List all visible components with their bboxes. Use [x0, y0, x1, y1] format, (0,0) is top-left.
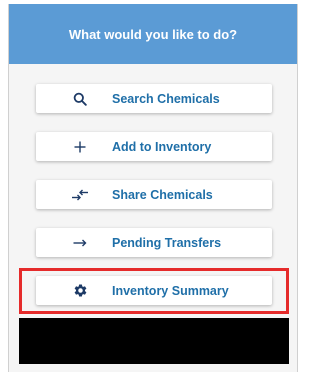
share-chemicals-label: Share Chemicals	[112, 187, 213, 202]
plus-icon	[68, 140, 92, 154]
search-chemicals-label: Search Chemicals	[112, 91, 220, 106]
action-panel: What would you like to do? Search Chemic…	[8, 4, 298, 372]
inventory-summary-label: Inventory Summary	[112, 283, 229, 298]
pending-transfers-label: Pending Transfers	[112, 235, 222, 250]
inventory-summary-button[interactable]: Inventory Summary	[36, 276, 272, 305]
search-chemicals-button[interactable]: Search Chemicals	[36, 84, 272, 113]
pending-transfers-button[interactable]: Pending Transfers	[36, 228, 272, 257]
redacted-block	[19, 318, 289, 364]
share-chemicals-button[interactable]: Share Chemicals	[36, 180, 272, 209]
panel-title: What would you like to do?	[68, 26, 238, 42]
add-to-inventory-button[interactable]: Add to Inventory	[36, 132, 272, 161]
swap-arrows-icon	[68, 188, 92, 202]
arrow-right-icon	[68, 237, 92, 249]
panel-header: What would you like to do?	[9, 4, 297, 64]
gear-icon	[68, 283, 92, 298]
add-to-inventory-label: Add to Inventory	[112, 139, 212, 154]
search-icon	[68, 92, 92, 106]
